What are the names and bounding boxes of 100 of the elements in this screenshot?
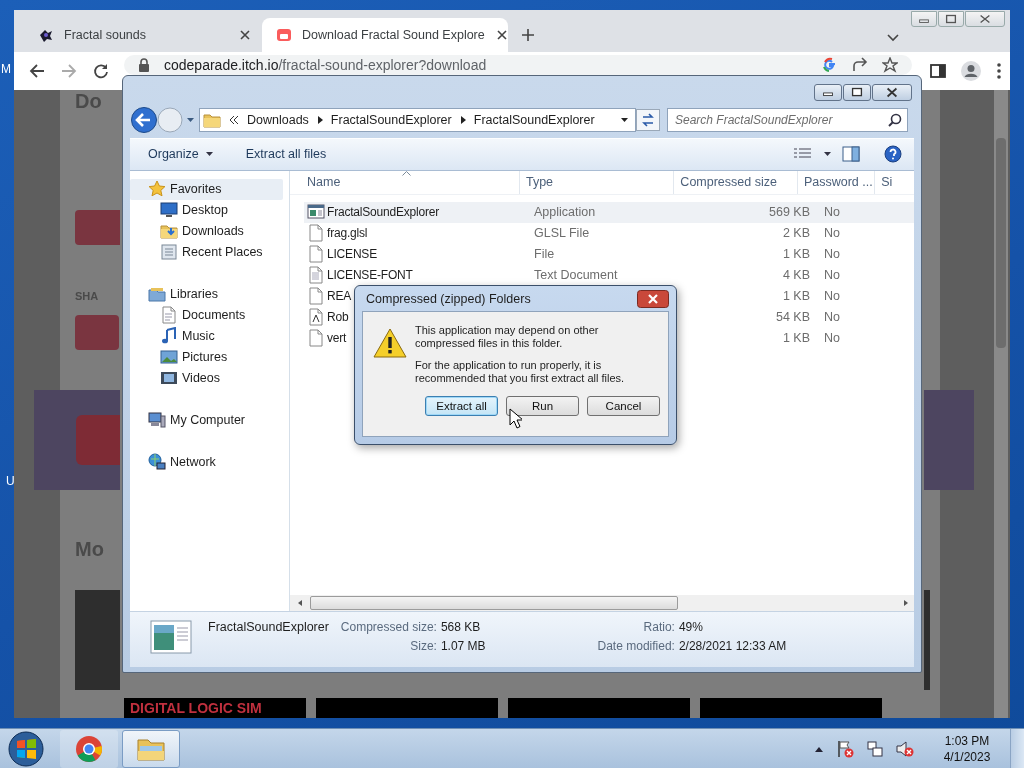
scrollbar[interactable] — [994, 90, 1008, 718]
profile-icon[interactable] — [960, 60, 982, 82]
nav-item[interactable]: Recent Places — [130, 241, 289, 263]
dialog-button[interactable]: Extract all — [425, 396, 498, 416]
nav-item[interactable]: Videos — [130, 367, 289, 389]
dialog-button[interactable]: Cancel — [587, 396, 660, 416]
dropdown-icon[interactable] — [620, 115, 629, 124]
file-icon — [307, 329, 325, 348]
chevron-icon[interactable] — [459, 115, 466, 124]
column-header[interactable]: Si — [875, 170, 914, 194]
detail-label: Ratio: — [642, 620, 675, 635]
browser-tab[interactable]: Fractal sounds — [24, 18, 262, 52]
maximize-icon[interactable] — [938, 11, 964, 27]
network-icon[interactable] — [866, 739, 884, 758]
nav-item[interactable]: My Computer — [130, 409, 289, 431]
toolbar-button[interactable]: Organize — [148, 143, 214, 166]
scroll-left-icon[interactable] — [296, 599, 304, 608]
google-icon[interactable] — [822, 57, 838, 73]
clock-date[interactable]: 4/1/2023 — [943, 748, 991, 765]
back-icon[interactable] — [28, 62, 46, 80]
network-icon — [148, 453, 166, 472]
nav-item[interactable]: Libraries — [130, 283, 289, 305]
volume-muted-icon[interactable] — [896, 739, 914, 758]
game-favicon-icon — [276, 27, 292, 43]
close-icon[interactable] — [637, 289, 669, 308]
detail-value: 568 KB — [440, 620, 482, 635]
reload-icon[interactable] — [92, 62, 110, 80]
star-icon — [148, 180, 166, 199]
breadcrumb[interactable]: Downloads — [247, 112, 309, 127]
share-icon[interactable] — [852, 57, 868, 73]
close-tab-icon[interactable] — [494, 28, 509, 42]
text-file-icon — [307, 266, 325, 285]
dialog-button[interactable]: Run — [506, 396, 579, 416]
bookmark-star-icon[interactable] — [882, 57, 898, 73]
address-text: codeparade.itch.io/fractal-sound-explorer?download — [164, 57, 488, 73]
minimize-icon[interactable] — [814, 84, 842, 101]
toolbar-button[interactable]: Extract all files — [245, 143, 327, 166]
file-name: FractalSoundExplorer — [208, 620, 329, 635]
column-header[interactable]: Name — [290, 170, 520, 194]
file-name[interactable]: Rob — [327, 310, 349, 325]
nav-item[interactable]: Pictures — [130, 346, 289, 368]
nav-item[interactable]: Music — [130, 325, 289, 347]
search-icon[interactable] — [888, 112, 902, 127]
file-name[interactable]: FractalSoundExplorer — [327, 205, 440, 220]
file-name[interactable]: REA — [327, 289, 352, 304]
nav-item[interactable]: Downloads — [130, 220, 289, 242]
caret-icon[interactable] — [823, 151, 832, 158]
detail-value: 2/28/2021 12:33 AM — [678, 639, 787, 654]
file-name[interactable]: vert — [327, 331, 347, 346]
new-tab-icon[interactable] — [520, 27, 536, 43]
application-icon — [150, 620, 192, 655]
picture-icon — [160, 348, 178, 367]
scrollbar-thumb[interactable] — [996, 138, 1006, 348]
search-field[interactable]: Search FractalSoundExplorer — [667, 107, 908, 132]
monitor-icon — [160, 201, 178, 220]
column-header[interactable]: Type — [519, 170, 675, 194]
warning-icon — [373, 328, 407, 358]
scrollbar[interactable] — [290, 595, 914, 612]
close-tab-icon[interactable] — [238, 28, 252, 42]
close-icon[interactable] — [872, 84, 912, 101]
breadcrumb[interactable]: FractalSoundExplorer — [473, 112, 595, 127]
scroll-right-icon[interactable] — [902, 599, 910, 608]
help-icon[interactable] — [884, 145, 902, 164]
breadcrumb[interactable]: FractalSoundExplorer — [330, 112, 452, 127]
taskbar-app[interactable] — [122, 729, 180, 768]
password-status: No — [824, 205, 840, 220]
flag-error-icon[interactable] — [836, 739, 854, 758]
file-name[interactable]: LICENSE — [327, 247, 377, 262]
taskbar-app[interactable] — [60, 729, 118, 768]
start-icon[interactable] — [6, 728, 46, 768]
chevron-icon[interactable] — [229, 114, 239, 125]
caret-icon — [204, 151, 214, 158]
side-panel-icon[interactable] — [930, 63, 946, 79]
selected-row[interactable]: FractalSoundExplorer Application 569 KB No — [304, 201, 914, 223]
music-note-icon — [160, 327, 178, 346]
detail-label: Size: — [409, 639, 437, 654]
scrollbar-thumb[interactable] — [310, 596, 678, 611]
clock-time[interactable]: 1:03 PM — [944, 732, 990, 749]
detail-value: 49% — [678, 620, 704, 635]
address-bar[interactable]: codeparade.itch.io/fractal-sound-explorer?download — [124, 55, 912, 75]
minimize-icon[interactable] — [911, 11, 937, 27]
maximize-icon[interactable] — [843, 84, 871, 101]
menu-icon[interactable] — [996, 62, 1002, 80]
file-name[interactable]: LICENSE-FONT — [327, 268, 413, 283]
refresh-icon[interactable] — [636, 108, 660, 131]
nav-item[interactable]: Desktop — [130, 199, 289, 221]
column-header[interactable]: Compressed size — [674, 170, 798, 194]
dialog-message: For the application to run properly, it is recommended that you first extract all files. — [415, 359, 626, 384]
file-name[interactable]: frag.glsl — [327, 226, 368, 241]
show-desktop-button[interactable] — [1010, 728, 1024, 768]
nav-item[interactable]: Favorites — [130, 178, 283, 200]
address-bar[interactable]: Downloads FractalSoundExplorer FractalSoundExplorer — [199, 107, 636, 132]
back-icon[interactable] — [130, 105, 158, 134]
chevron-icon[interactable] — [316, 115, 323, 124]
preview-pane-icon[interactable] — [842, 146, 860, 163]
column-header[interactable]: Password ... — [797, 170, 876, 194]
nav-item[interactable]: Documents — [130, 304, 289, 326]
browser-tab[interactable]: Download Fractal Sound Explore — [262, 18, 508, 52]
password-status: No — [824, 247, 840, 262]
nav-item[interactable]: Network — [130, 451, 289, 473]
